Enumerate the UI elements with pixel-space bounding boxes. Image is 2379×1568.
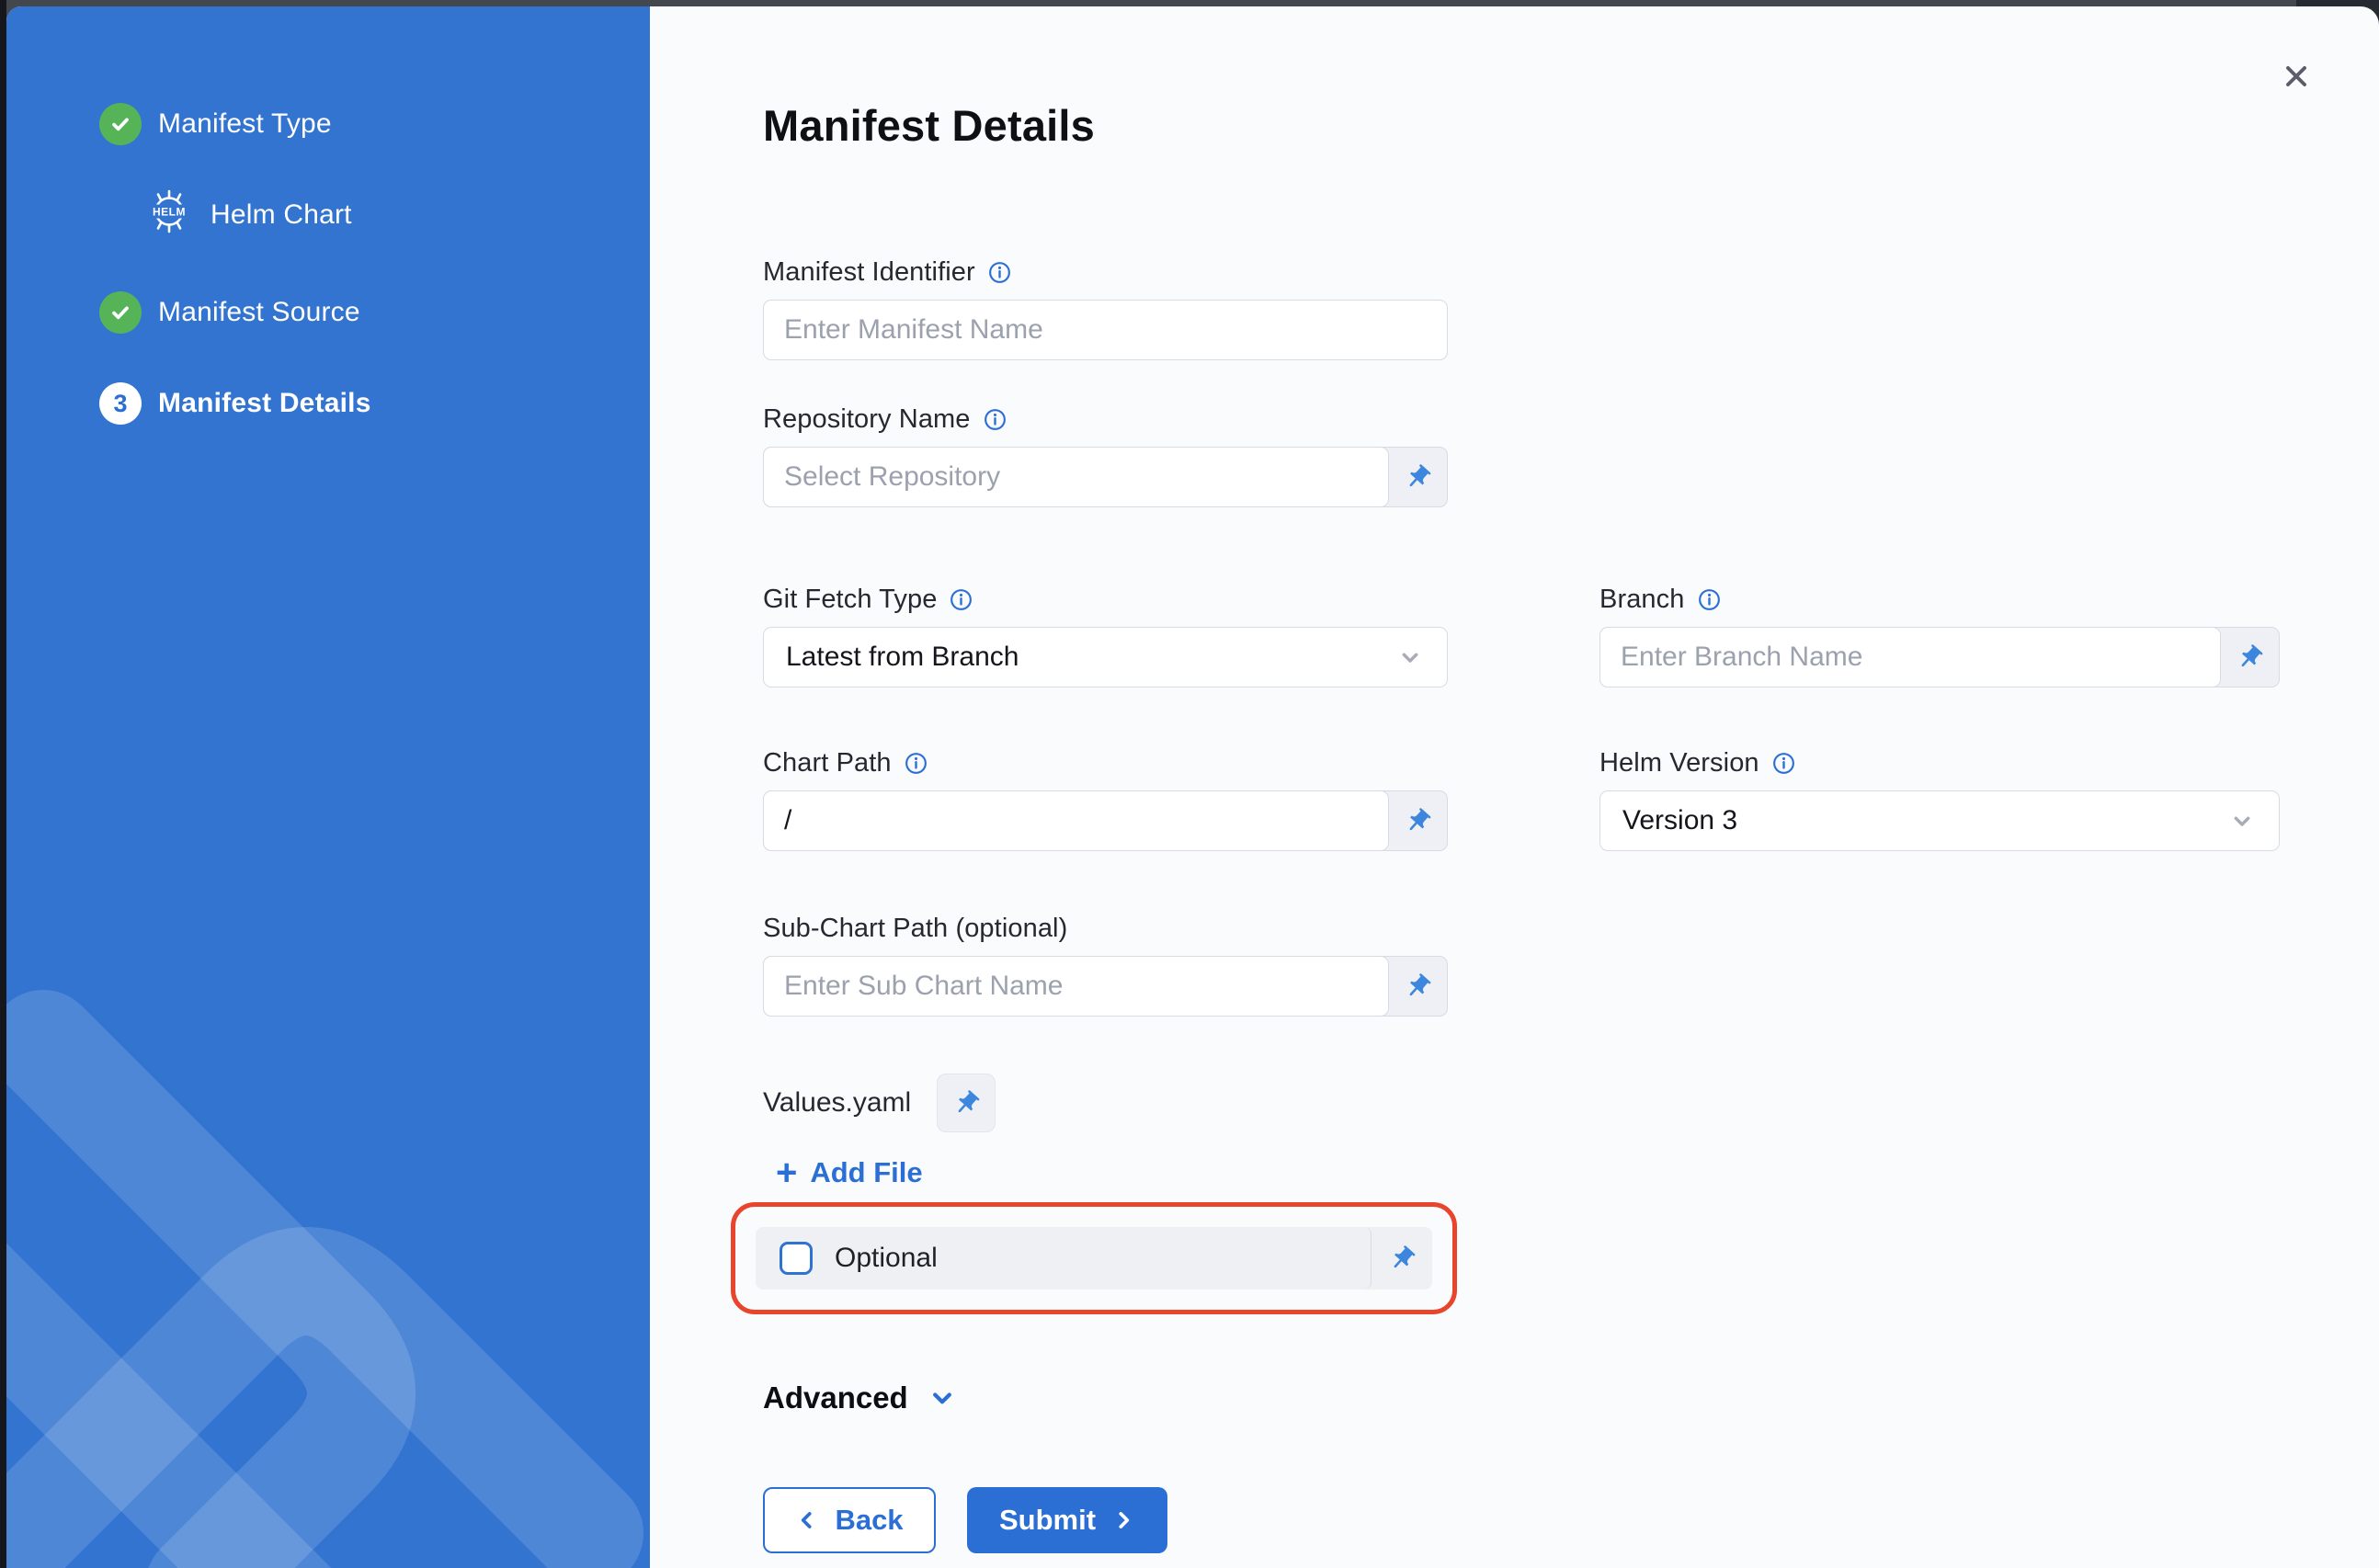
values-optional-field: Optional bbox=[756, 1227, 1432, 1290]
svg-text:HELM: HELM bbox=[153, 206, 186, 219]
pin-icon[interactable] bbox=[1389, 957, 1447, 1016]
manifest-identifier-input[interactable] bbox=[763, 300, 1448, 360]
values-yaml-label: Values.yaml bbox=[763, 1087, 911, 1119]
manifest-details-panel: Manifest Details Manifest Identifier Rep… bbox=[650, 6, 2379, 1568]
wizard-steps: Manifest Type bbox=[6, 6, 650, 425]
branch-field: Branch bbox=[1599, 585, 2280, 687]
page-title: Manifest Details bbox=[763, 100, 2379, 151]
submit-label: Submit bbox=[999, 1504, 1096, 1537]
optional-checkbox-label: Optional bbox=[835, 1243, 938, 1274]
page-backdrop-left-edge bbox=[0, 0, 6, 1568]
info-icon[interactable] bbox=[983, 407, 1007, 432]
manifest-details-form: Manifest Identifier Repository Name bbox=[763, 257, 2289, 1553]
step-complete-icon bbox=[99, 291, 142, 334]
values-yaml-pin-button[interactable] bbox=[937, 1074, 996, 1132]
pin-icon[interactable] bbox=[1372, 1244, 1432, 1273]
info-icon[interactable] bbox=[1697, 587, 1722, 612]
chevron-right-icon bbox=[1111, 1508, 1135, 1532]
info-icon[interactable] bbox=[904, 751, 928, 776]
helm-icon: HELM bbox=[142, 185, 196, 245]
submit-button[interactable]: Submit bbox=[967, 1487, 1167, 1553]
plus-icon: + bbox=[776, 1159, 797, 1187]
pin-icon[interactable] bbox=[1389, 791, 1447, 850]
back-label: Back bbox=[835, 1504, 903, 1537]
chevron-left-icon bbox=[795, 1508, 819, 1532]
sub-chart-path-label: Sub-Chart Path (optional) bbox=[763, 914, 1067, 944]
repository-name-label: Repository Name bbox=[763, 404, 971, 435]
step-complete-icon bbox=[99, 103, 142, 145]
git-fetch-type-value: Latest from Branch bbox=[786, 642, 1019, 673]
helm-version-field: Helm Version Version 3 bbox=[1599, 748, 2280, 851]
helm-version-value: Version 3 bbox=[1622, 805, 1737, 836]
chevron-down-icon bbox=[2227, 806, 2257, 835]
step-number-badge: 3 bbox=[99, 382, 142, 425]
branch-input[interactable] bbox=[1599, 627, 2221, 687]
manifest-identifier-label: Manifest Identifier bbox=[763, 257, 975, 288]
annotation-highlight-ring: Optional bbox=[731, 1202, 1457, 1314]
optional-checkbox-group: Optional bbox=[756, 1227, 1372, 1290]
sidebar-step-helm-chart[interactable]: HELM Helm Chart bbox=[142, 185, 650, 245]
sub-chart-path-input[interactable] bbox=[763, 956, 1389, 1017]
git-fetch-type-label: Git Fetch Type bbox=[763, 585, 937, 615]
sub-chart-path-field: Sub-Chart Path (optional) bbox=[763, 914, 1448, 1017]
add-file-button[interactable]: + Add File bbox=[776, 1156, 2289, 1189]
sidebar-step-manifest-type[interactable]: Manifest Type bbox=[99, 103, 650, 145]
step-label: Helm Chart bbox=[211, 199, 352, 231]
repository-name-input[interactable] bbox=[763, 447, 1389, 507]
chart-path-label: Chart Path bbox=[763, 748, 892, 778]
close-icon[interactable] bbox=[2274, 54, 2318, 98]
back-button[interactable]: Back bbox=[763, 1487, 936, 1553]
step-label: Manifest Source bbox=[158, 297, 360, 328]
wizard-sidebar: Manifest Type bbox=[6, 6, 650, 1568]
manifest-identifier-field: Manifest Identifier bbox=[763, 257, 1448, 360]
chevron-down-icon bbox=[927, 1382, 958, 1414]
step-label: Manifest Type bbox=[158, 108, 332, 140]
manifest-wizard-modal: Manifest Type bbox=[6, 6, 2379, 1568]
branch-label: Branch bbox=[1599, 585, 1685, 615]
add-file-label: Add File bbox=[810, 1156, 922, 1189]
sidebar-step-manifest-details[interactable]: 3 Manifest Details bbox=[99, 382, 650, 425]
chart-path-field: Chart Path bbox=[763, 748, 1448, 851]
values-yaml-row: Values.yaml bbox=[763, 1074, 2289, 1132]
info-icon[interactable] bbox=[1771, 751, 1796, 776]
chevron-down-icon bbox=[1395, 642, 1425, 672]
pin-icon[interactable] bbox=[2221, 628, 2279, 687]
pin-icon[interactable] bbox=[1389, 448, 1447, 506]
pin-icon bbox=[952, 1089, 981, 1118]
advanced-section-toggle[interactable]: Advanced bbox=[763, 1381, 2289, 1415]
repository-name-field: Repository Name bbox=[763, 404, 1448, 507]
wizard-actions: Back Submit bbox=[763, 1487, 2289, 1553]
harness-logo-watermark bbox=[6, 989, 650, 1568]
git-fetch-type-select[interactable]: Latest from Branch bbox=[763, 627, 1448, 687]
step-label: Manifest Details bbox=[158, 388, 371, 419]
advanced-label: Advanced bbox=[763, 1381, 908, 1415]
git-fetch-type-field: Git Fetch Type Latest from Branch bbox=[763, 585, 1448, 687]
sidebar-step-manifest-source[interactable]: Manifest Source bbox=[99, 291, 650, 334]
info-icon[interactable] bbox=[987, 260, 1012, 285]
info-icon[interactable] bbox=[949, 587, 973, 612]
chart-path-input[interactable] bbox=[763, 790, 1389, 851]
helm-version-label: Helm Version bbox=[1599, 748, 1759, 778]
helm-version-select[interactable]: Version 3 bbox=[1599, 790, 2280, 851]
optional-checkbox[interactable] bbox=[780, 1242, 813, 1275]
